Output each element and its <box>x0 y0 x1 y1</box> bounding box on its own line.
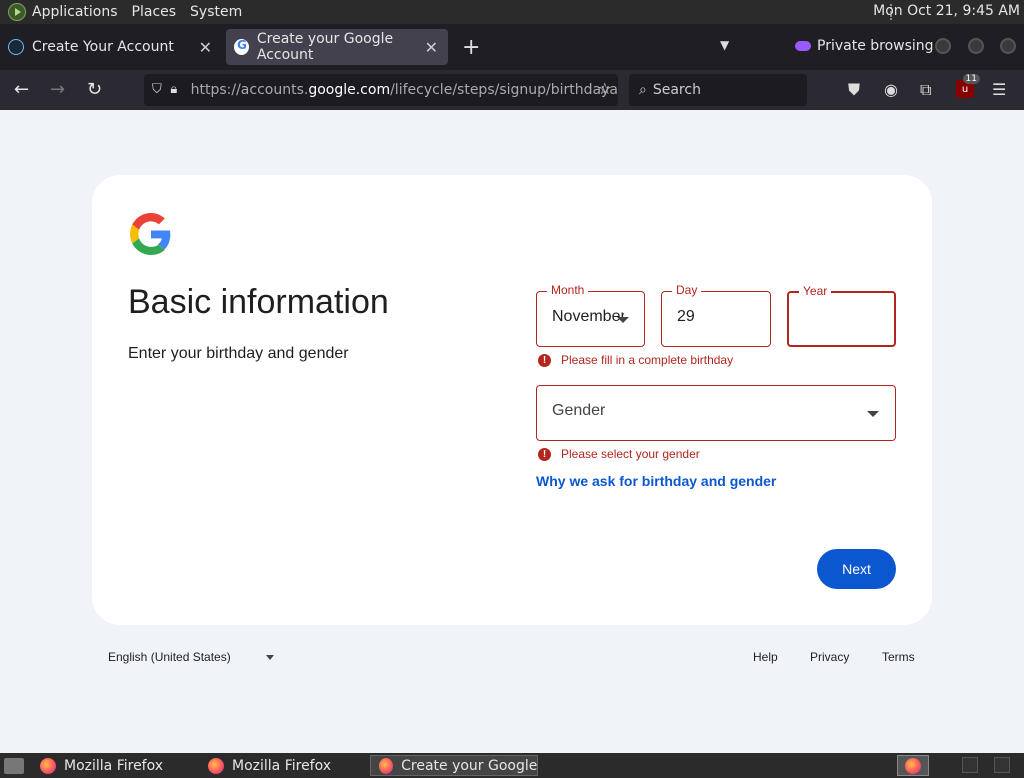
tray-firefox[interactable] <box>897 755 929 776</box>
ublock-origin-icon[interactable]: u 11 <box>956 74 980 98</box>
taskbar-item-firefox-1[interactable]: Mozilla Firefox <box>32 755 192 776</box>
tab-create-your-account[interactable]: Create Your Account ✕ <box>0 29 222 65</box>
month-select[interactable]: Month November <box>536 283 645 347</box>
steam-favicon-icon <box>8 39 24 55</box>
places-menu[interactable]: Places <box>132 4 177 20</box>
reload-icon[interactable]: ↻ <box>87 79 102 100</box>
gender-placeholder: Gender <box>552 402 606 419</box>
clock[interactable]: Mon Oct 21, 9:45 AM <box>873 3 1020 19</box>
search-placeholder: Search <box>652 82 701 98</box>
signup-card: Basic information Enter your birthday an… <box>92 175 932 625</box>
month-value: November <box>552 308 624 325</box>
help-link[interactable]: Help <box>753 650 778 664</box>
gender-error-text: Please select your gender <box>561 447 700 461</box>
day-label: Day <box>672 283 702 297</box>
list-all-tabs-icon[interactable]: ▼ <box>720 38 729 52</box>
minimize-window-icon[interactable] <box>935 38 951 54</box>
close-tab-icon[interactable]: ✕ <box>199 38 212 57</box>
workspace-1[interactable] <box>962 757 978 773</box>
browser-tab-bar: Create Your Account ✕ Create your Google… <box>0 24 1024 70</box>
gender-select[interactable]: Gender <box>536 385 896 441</box>
taskbar-item-google-account[interactable]: Create your Google ... <box>370 755 538 776</box>
workspace-2[interactable] <box>994 757 1010 773</box>
taskbar-item-label: Create your Google ... <box>401 757 537 774</box>
taskbar-item-label: Mozilla Firefox <box>232 757 332 774</box>
year-input[interactable]: Year <box>787 284 896 347</box>
firefox-icon <box>208 757 224 774</box>
new-tab-icon[interactable]: + <box>462 35 480 60</box>
back-icon[interactable]: ← <box>14 79 29 100</box>
menu-icon[interactable]: ☰ <box>992 80 1006 99</box>
pocket-icon[interactable]: ⛊ <box>848 80 860 100</box>
applications-logo-icon[interactable] <box>8 3 26 21</box>
firefox-tray-icon <box>905 757 921 774</box>
private-browsing-label: Private browsing <box>817 38 934 54</box>
private-browsing-indicator: Private browsing <box>795 38 934 54</box>
privacy-link[interactable]: Privacy <box>810 650 849 664</box>
system-taskbar: Mozilla Firefox Mozilla Firefox Create y… <box>0 753 1024 778</box>
birthday-error: ! Please fill in a complete birthday <box>538 353 733 367</box>
system-top-panel: Applications Places System Mon Oct 21, 9… <box>0 0 1024 24</box>
gender-error: ! Please select your gender <box>538 447 700 461</box>
dropdown-caret-icon <box>617 317 629 323</box>
terms-link[interactable]: Terms <box>882 650 915 664</box>
ublock-badge: 11 <box>962 74 980 84</box>
tab-create-google-account[interactable]: Create your Google Account ✕ <box>226 29 448 65</box>
taskbar-item-label: Mozilla Firefox <box>64 757 164 774</box>
firefox-icon <box>40 757 56 774</box>
why-birthday-gender-link[interactable]: Why we ask for birthday and gender <box>536 473 776 489</box>
private-mask-icon <box>795 41 811 51</box>
taskbar-item-firefox-2[interactable]: Mozilla Firefox <box>200 755 360 776</box>
url-text[interactable]: https://accounts.google.com/lifecycle/st… <box>191 82 618 98</box>
error-icon: ! <box>538 353 551 367</box>
maximize-window-icon[interactable] <box>968 38 984 54</box>
page-title: Basic information <box>128 283 389 321</box>
dropdown-caret-icon <box>867 411 879 417</box>
next-button[interactable]: Next <box>817 549 896 589</box>
forward-icon[interactable]: → <box>50 79 65 100</box>
birthday-error-text: Please fill in a complete birthday <box>561 353 734 367</box>
account-icon[interactable]: ◉ <box>884 80 898 99</box>
day-value: 29 <box>677 308 695 325</box>
bookmark-star-icon[interactable]: ☆ <box>598 79 612 98</box>
lock-icon[interactable]: 🔒︎ <box>170 82 180 98</box>
search-input[interactable]: ⌕ Search <box>629 74 807 106</box>
url-bar[interactable]: ⛉ 🔒︎ https://accounts.google.com/lifecyc… <box>144 74 618 106</box>
system-menu[interactable]: System <box>190 4 242 20</box>
language-select[interactable]: English (United States) <box>108 650 231 664</box>
extensions-icon[interactable]: ⧉ <box>920 80 931 100</box>
show-desktop-icon[interactable] <box>4 757 24 774</box>
page-content: Basic information Enter your birthday an… <box>0 110 1024 753</box>
tracking-shield-icon[interactable]: ⛉ <box>152 82 162 98</box>
google-logo-icon <box>130 213 171 255</box>
day-input[interactable]: Day 29 <box>661 283 771 347</box>
month-label: Month <box>547 283 589 297</box>
tab-title: Create your Google Account <box>256 31 394 63</box>
close-tab-icon[interactable]: ✕ <box>425 38 438 57</box>
search-icon: ⌕ <box>639 82 647 98</box>
error-icon: ! <box>538 447 551 461</box>
language-caret-icon[interactable] <box>266 655 274 660</box>
firefox-icon <box>379 757 394 774</box>
applications-menu[interactable]: Applications <box>32 4 118 20</box>
google-favicon-icon <box>234 38 249 55</box>
page-subtitle: Enter your birthday and gender <box>128 345 349 362</box>
browser-nav-bar: ← → ↻ ⛉ 🔒︎ https://accounts.google.com/l… <box>0 70 1024 110</box>
year-label: Year <box>799 284 832 298</box>
close-window-icon[interactable] <box>1000 38 1016 54</box>
tab-title: Create Your Account <box>32 39 174 55</box>
